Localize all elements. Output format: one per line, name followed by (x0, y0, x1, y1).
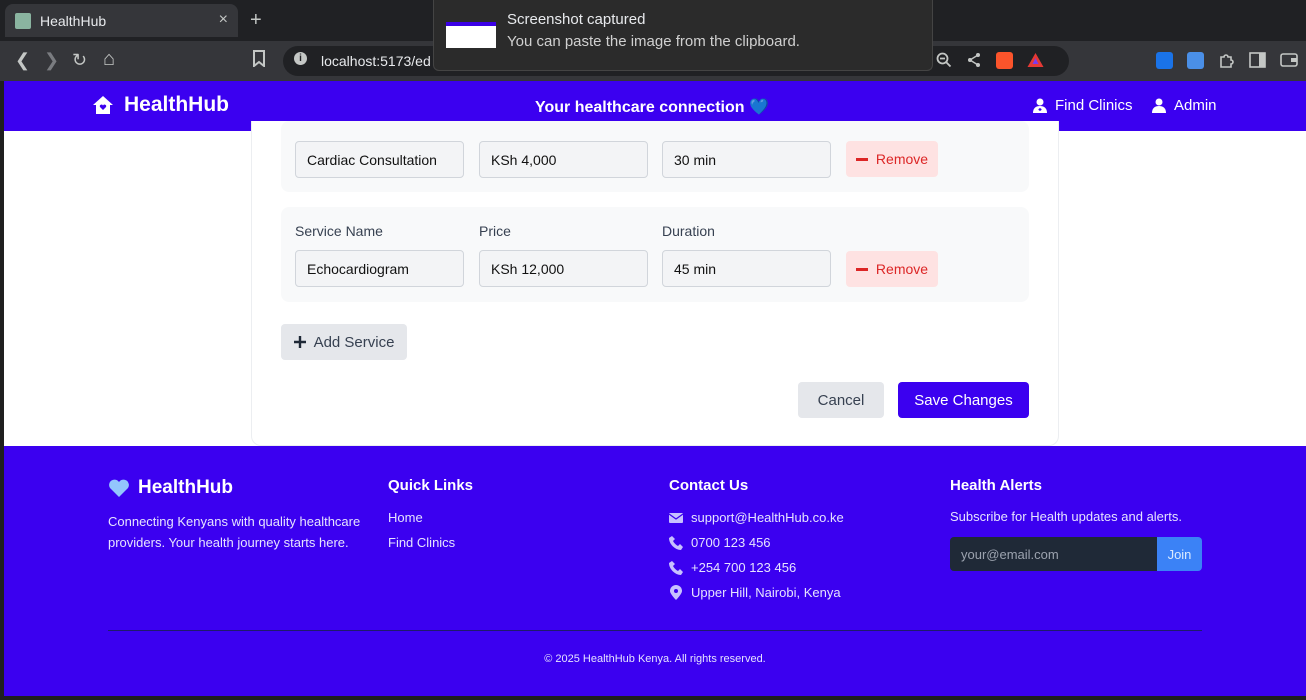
brave-shield-icon[interactable] (996, 52, 1013, 69)
remove-service-button[interactable]: Remove (846, 141, 938, 177)
screenshot-thumbnail (446, 22, 496, 48)
admin-label: Admin (1174, 97, 1217, 114)
add-service-button[interactable]: Add Service (281, 324, 407, 360)
footer-description: Connecting Kenyans with quality healthca… (108, 514, 361, 550)
remove-label: Remove (875, 151, 929, 167)
footer-brand: HealthHub (108, 477, 233, 499)
toast-title: Screenshot captured (507, 11, 646, 28)
contact-email-text: support@HealthHub.co.ke (691, 510, 844, 525)
page-viewport: HealthHub Your healthcare connection 💙 F… (4, 81, 1306, 696)
footer-brand-name: HealthHub (138, 477, 233, 498)
service-row: Cardiac Consultation KSh 4,000 30 min Re… (281, 121, 1029, 192)
envelope-icon (669, 512, 683, 523)
contact-phone-intl[interactable]: +254 700 123 456 (669, 560, 796, 575)
zoom-icon[interactable] (936, 52, 952, 72)
user-icon (1152, 98, 1166, 113)
find-clinics-label: Find Clinics (1055, 97, 1133, 114)
copyright: © 2025 HealthHub Kenya. All rights reser… (544, 653, 766, 665)
quick-links-heading: Quick Links (388, 477, 474, 494)
plus-icon (293, 336, 306, 348)
service-price-input[interactable]: KSh 12,000 (479, 250, 648, 287)
cancel-button[interactable]: Cancel (798, 382, 884, 418)
add-service-label: Add Service (313, 333, 395, 351)
footer-divider (108, 630, 1202, 631)
service-duration-input[interactable]: 45 min (662, 250, 831, 287)
service-row: Service Name Price Duration Echocardiogr… (281, 207, 1029, 302)
forward-icon[interactable]: ❯ (44, 50, 59, 71)
share-icon[interactable] (966, 52, 982, 72)
contact-address: Upper Hill, Nairobi, Kenya (669, 585, 841, 600)
tab-close-icon[interactable]: × (219, 11, 228, 29)
brave-rewards-icon[interactable] (1027, 52, 1044, 72)
phone-icon (669, 535, 683, 550)
tab-title: HealthHub (40, 12, 107, 29)
download-extension-icon[interactable] (1156, 52, 1173, 69)
service-name-input[interactable]: Echocardiogram (295, 250, 464, 287)
footer-link-find-clinics[interactable]: Find Clinics (388, 535, 455, 550)
duration-label: Duration (662, 223, 715, 239)
home-icon[interactable]: ⌂ (103, 48, 115, 71)
brand-name: HealthHub (124, 93, 229, 116)
price-label: Price (479, 223, 511, 239)
minus-icon (855, 157, 868, 161)
save-changes-button[interactable]: Save Changes (898, 382, 1029, 418)
service-duration-input[interactable]: 30 min (662, 141, 831, 178)
location-pin-icon (670, 585, 682, 600)
window-bottom-border (0, 696, 1306, 700)
favicon-icon (15, 12, 31, 29)
bookmark-icon[interactable] (252, 50, 266, 72)
extensions-area: ⋮ (1156, 52, 1306, 73)
new-tab-icon[interactable]: + (250, 9, 262, 32)
join-button[interactable]: Join (1157, 537, 1202, 571)
nav-admin[interactable]: Admin (1152, 97, 1217, 114)
alerts-description: Subscribe for Health updates and alerts. (950, 509, 1182, 524)
contact-phone[interactable]: 0700 123 456 (669, 535, 771, 550)
browser-tab[interactable]: HealthHub × (5, 4, 238, 37)
nav-find-clinics[interactable]: Find Clinics (1033, 97, 1133, 114)
puzzle-extensions-icon[interactable] (1218, 52, 1235, 73)
heart-icon (109, 479, 129, 497)
nav-tagline: Your healthcare connection 💙 (535, 99, 769, 116)
address-bar-icons (936, 52, 1044, 72)
health-alerts-heading: Health Alerts (950, 477, 1042, 494)
doctor-icon (1033, 98, 1047, 113)
site-info-icon[interactable]: i (294, 52, 307, 65)
back-icon[interactable]: ❮ (15, 50, 30, 71)
service-name-label: Service Name (295, 223, 383, 239)
sidebar-toggle-icon[interactable] (1249, 52, 1266, 73)
site-footer: HealthHub Connecting Kenyans with qualit… (4, 446, 1306, 696)
newsletter-email-input[interactable]: your@email.com (950, 537, 1157, 571)
nav-brand[interactable]: HealthHub (92, 93, 229, 117)
url-text: localhost:5173/ed (321, 53, 431, 69)
footer-link-home[interactable]: Home (388, 510, 423, 525)
reload-icon[interactable]: ↻ (72, 50, 87, 71)
wallet-icon[interactable] (1280, 52, 1298, 73)
remove-label: Remove (875, 261, 929, 277)
contact-email[interactable]: support@HealthHub.co.ke (669, 510, 844, 525)
minus-icon (855, 267, 868, 271)
remove-service-button[interactable]: Remove (846, 251, 938, 287)
phone-icon (669, 560, 683, 575)
fi-extension-icon[interactable] (1187, 52, 1204, 69)
toast-message: You can paste the image from the clipboa… (507, 33, 800, 50)
contact-phone-text: 0700 123 456 (691, 535, 771, 550)
screenshot-toast: Screenshot captured You can paste the im… (433, 0, 933, 71)
house-heart-icon (93, 96, 113, 114)
service-price-input[interactable]: KSh 4,000 (479, 141, 648, 178)
contact-phone-intl-text: +254 700 123 456 (691, 560, 797, 575)
service-name-input[interactable]: Cardiac Consultation (295, 141, 464, 178)
contact-address-text: Upper Hill, Nairobi, Kenya (691, 585, 841, 600)
contact-heading: Contact Us (669, 477, 749, 494)
